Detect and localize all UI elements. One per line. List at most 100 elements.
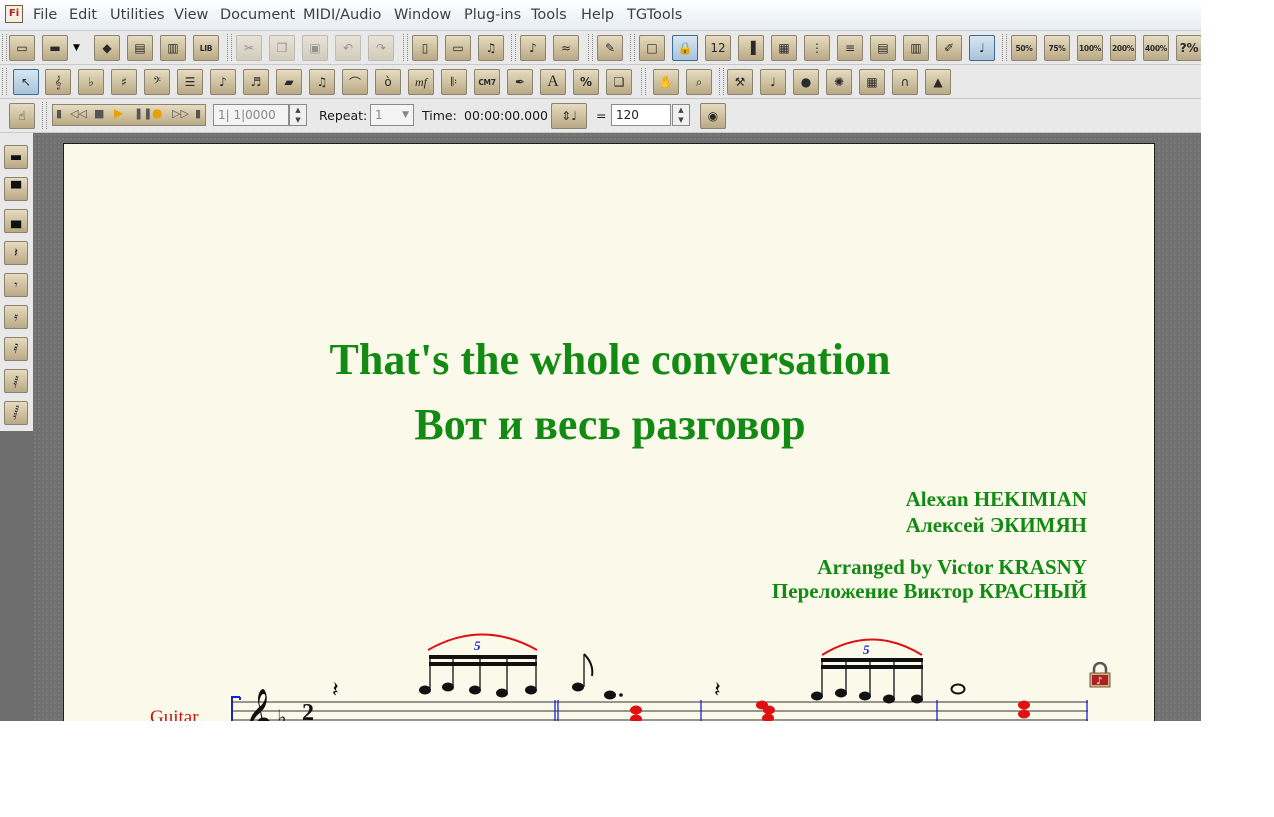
double-whole-rest-icon[interactable]: ▬: [4, 145, 28, 169]
fast-forward-icon[interactable]: ▷▷: [172, 107, 189, 120]
studio-view-icon[interactable]: ♫: [478, 35, 504, 61]
forward-end-icon[interactable]: ▮: [195, 107, 201, 120]
text-tool-icon[interactable]: A: [540, 69, 566, 95]
tempo-note-icon[interactable]: ⇕♩: [551, 103, 587, 129]
menu-utilities[interactable]: Utilities: [110, 7, 165, 23]
quarter-rest[interactable]: 𝄽: [714, 678, 721, 703]
menu-document[interactable]: Document: [220, 7, 295, 23]
redo-icon[interactable]: ↷: [368, 35, 394, 61]
quarter-rest-icon[interactable]: 𝄽: [4, 241, 28, 265]
toolbar-grip[interactable]: [2, 68, 7, 95]
measure-counter-spinner[interactable]: ▲ ▼: [289, 104, 307, 126]
selection-tool-icon[interactable]: ↖: [13, 69, 39, 95]
zoom-tool-icon[interactable]: ⌕: [686, 69, 712, 95]
repeat-select[interactable]: 1 ▼: [370, 104, 414, 126]
tempo-field[interactable]: 120: [611, 104, 671, 126]
speaker-icon[interactable]: ◉: [700, 103, 726, 129]
open-dropdown-icon[interactable]: ▼: [73, 43, 80, 53]
zoom-200-button[interactable]: 200%: [1110, 35, 1136, 61]
edit-page-icon[interactable]: ✐: [936, 35, 962, 61]
resize-tool-icon[interactable]: %: [573, 69, 599, 95]
undo-icon[interactable]: ↶: [335, 35, 361, 61]
quintuplet-sixteenths[interactable]: [811, 658, 923, 704]
stop-icon[interactable]: ■: [94, 107, 104, 120]
articulation-tool-icon[interactable]: ò: [375, 69, 401, 95]
new-document-icon[interactable]: ▭: [9, 35, 35, 61]
toolbar-grip[interactable]: [42, 102, 47, 129]
app-icon[interactable]: Fi: [5, 5, 23, 23]
copy-icon[interactable]: ❐: [269, 35, 295, 61]
grid-icon[interactable]: ▦: [771, 35, 797, 61]
sixteenth-rest-icon[interactable]: 𝄿: [4, 305, 28, 329]
zoom-75-button[interactable]: 75%: [1044, 35, 1070, 61]
toolbar-grip[interactable]: [719, 68, 724, 95]
dotted-quarter-note[interactable]: [604, 690, 623, 700]
thirty-second-rest-icon[interactable]: 𝅀: [4, 337, 28, 361]
measure-counter-field[interactable]: 1| 1|0000: [213, 104, 289, 126]
page-layout-tool-icon[interactable]: ❏: [606, 69, 632, 95]
green-staff-icon[interactable]: ≡: [837, 35, 863, 61]
toolbar-grip[interactable]: [588, 34, 593, 61]
playback-settings-icon[interactable]: ☝: [9, 103, 35, 129]
clef-tool-icon[interactable]: 𝄢: [144, 69, 170, 95]
lyrics-tool-icon[interactable]: ✒: [507, 69, 533, 95]
pause-icon[interactable]: ❚❚: [134, 107, 152, 120]
zoom-custom-button[interactable]: ?%: [1176, 35, 1201, 61]
repeat-tool-icon[interactable]: 𝄆: [441, 69, 467, 95]
playback-note-icon[interactable]: ♪: [520, 35, 546, 61]
scroll-view-icon[interactable]: ▯: [412, 35, 438, 61]
save-icon[interactable]: ◆: [94, 35, 120, 61]
rewind-icon[interactable]: ◁◁: [70, 107, 87, 120]
eighth-rest-icon[interactable]: 𝄾: [4, 273, 28, 297]
special-tools-icon[interactable]: ⚒: [727, 69, 753, 95]
ossia-tool-icon[interactable]: ∩: [892, 69, 918, 95]
blank-page-icon[interactable]: □: [639, 35, 665, 61]
page-view-icon[interactable]: ▭: [445, 35, 471, 61]
hyperscribe-icon[interactable]: ▰: [276, 69, 302, 95]
print-icon[interactable]: ▤: [127, 35, 153, 61]
staff-layout-icon[interactable]: ▐: [738, 35, 764, 61]
menu-help[interactable]: Help: [581, 7, 614, 23]
menu-tgtools[interactable]: TGTools: [627, 7, 682, 23]
hand-grabber-icon[interactable]: ✋: [653, 69, 679, 95]
zoom-100-button[interactable]: 100%: [1077, 35, 1103, 61]
key-signature-tool-icon[interactable]: ♭: [78, 69, 104, 95]
open-folder-icon[interactable]: ▬: [42, 35, 68, 61]
music-staff[interactable]: 𝄞 ♭ 2 𝄽 5 𝄽 5: [64, 144, 1156, 721]
menu-edit[interactable]: Edit: [69, 7, 97, 23]
hundred-twenty-eighth-rest-icon[interactable]: 𝅂: [4, 401, 28, 425]
toolbar-grip[interactable]: [2, 34, 7, 61]
note-mover-icon[interactable]: ♩: [760, 69, 786, 95]
tempo-spinner[interactable]: ▲ ▼: [672, 104, 690, 126]
mirror-tool-icon[interactable]: ●: [793, 69, 819, 95]
toolbar-grip[interactable]: [403, 34, 408, 61]
dotted-grid-icon[interactable]: ⋮: [804, 35, 830, 61]
measure-numbers-icon[interactable]: 12: [705, 35, 731, 61]
toolbar-grip[interactable]: [227, 34, 232, 61]
speedy-entry-icon[interactable]: ♬: [243, 69, 269, 95]
half-rest-icon[interactable]: ▄: [4, 209, 28, 233]
staff-tool-icon[interactable]: 𝄞: [45, 69, 71, 95]
measure-tool-icon[interactable]: ☰: [177, 69, 203, 95]
time-signature-tool-icon[interactable]: ♯: [111, 69, 137, 95]
menu-midi-audio[interactable]: MIDI/Audio: [303, 7, 381, 23]
note-page-icon[interactable]: ♩: [969, 35, 995, 61]
metronome-icon[interactable]: ▲: [925, 69, 951, 95]
toolbar-grip[interactable]: [511, 34, 516, 61]
microphone-icon[interactable]: ✎: [597, 35, 623, 61]
rewind-start-icon[interactable]: ▮: [56, 107, 62, 120]
midi-audio-tool-icon[interactable]: ▦: [859, 69, 885, 95]
flat-key-signature-icon[interactable]: ♭: [277, 705, 286, 721]
selected-chord[interactable]: [1018, 700, 1030, 719]
selected-chord[interactable]: [630, 705, 642, 722]
menu-window[interactable]: Window: [394, 7, 451, 23]
cut-icon[interactable]: ✂: [236, 35, 262, 61]
toolbar-grip[interactable]: [641, 68, 646, 95]
simple-entry-icon[interactable]: ♪: [210, 69, 236, 95]
lock-system-icon[interactable]: 🔒: [672, 35, 698, 61]
whole-rest-icon[interactable]: ▀: [4, 177, 28, 201]
page-text-icon[interactable]: ▥: [903, 35, 929, 61]
chord-tool-icon[interactable]: CM7: [474, 69, 500, 95]
midi-tool-icon[interactable]: ✺: [826, 69, 852, 95]
zoom-400-button[interactable]: 400%: [1143, 35, 1169, 61]
